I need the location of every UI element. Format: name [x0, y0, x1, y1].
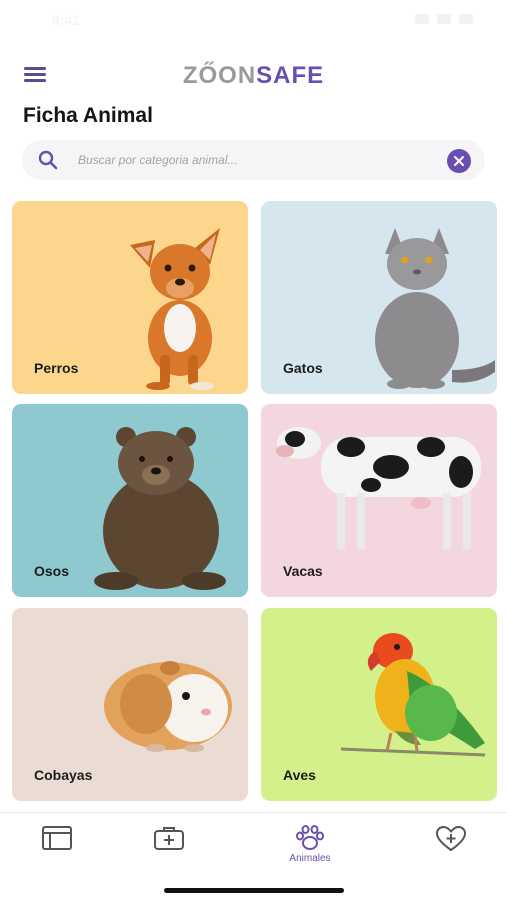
signal-icon — [415, 14, 429, 24]
close-icon — [454, 156, 464, 166]
status-bar: 9:41 — [0, 0, 507, 44]
category-card-cobayas[interactable]: Cobayas — [12, 608, 248, 801]
category-label: Aves — [283, 767, 316, 783]
bottom-tab-bar: Animales — [0, 812, 507, 900]
app-logo: ZŐONSAFE — [0, 62, 507, 90]
category-label: Gatos — [283, 360, 323, 376]
status-icons — [415, 14, 473, 24]
cat-image — [375, 228, 495, 389]
logo-text-safe: SAFE — [256, 62, 325, 89]
category-label: Perros — [34, 360, 79, 376]
paw-icon — [296, 825, 324, 850]
search-bar — [22, 140, 485, 180]
category-card-gatos[interactable]: Gatos — [261, 201, 497, 394]
tab-health[interactable] — [411, 821, 491, 869]
category-label: Cobayas — [34, 767, 93, 783]
bear-image — [94, 427, 226, 590]
tab-medical[interactable] — [129, 821, 209, 869]
category-card-perros[interactable]: Perros — [12, 201, 248, 394]
search-input[interactable] — [78, 146, 428, 174]
tab-browser[interactable] — [17, 821, 97, 869]
heart-plus-icon — [435, 825, 467, 852]
medical-kit-icon — [154, 827, 184, 850]
category-label: Osos — [34, 563, 70, 579]
category-card-osos[interactable]: Osos — [12, 404, 248, 597]
browser-window-icon — [42, 826, 72, 850]
logo-text-zoon: ZŐON — [182, 62, 257, 89]
wifi-icon — [437, 14, 451, 24]
cow-image — [276, 427, 481, 549]
guinea-pig-image — [104, 661, 232, 752]
page-title: Ficha Animal — [23, 104, 153, 127]
category-card-aves[interactable]: Aves — [261, 608, 497, 801]
category-card-vacas[interactable]: Vacas — [261, 404, 497, 597]
tab-label-animales: Animales — [289, 853, 331, 864]
battery-icon — [459, 14, 473, 24]
app-header: ZŐONSAFE — [0, 58, 507, 94]
parrot-image — [340, 633, 486, 757]
search-icon[interactable] — [38, 150, 58, 170]
clear-search-button[interactable] — [447, 149, 471, 173]
dog-image — [130, 228, 220, 390]
status-time: 9:41 — [52, 12, 81, 28]
home-indicator — [164, 888, 344, 893]
tab-animales[interactable]: Animales — [270, 821, 350, 869]
category-label: Vacas — [283, 563, 323, 579]
